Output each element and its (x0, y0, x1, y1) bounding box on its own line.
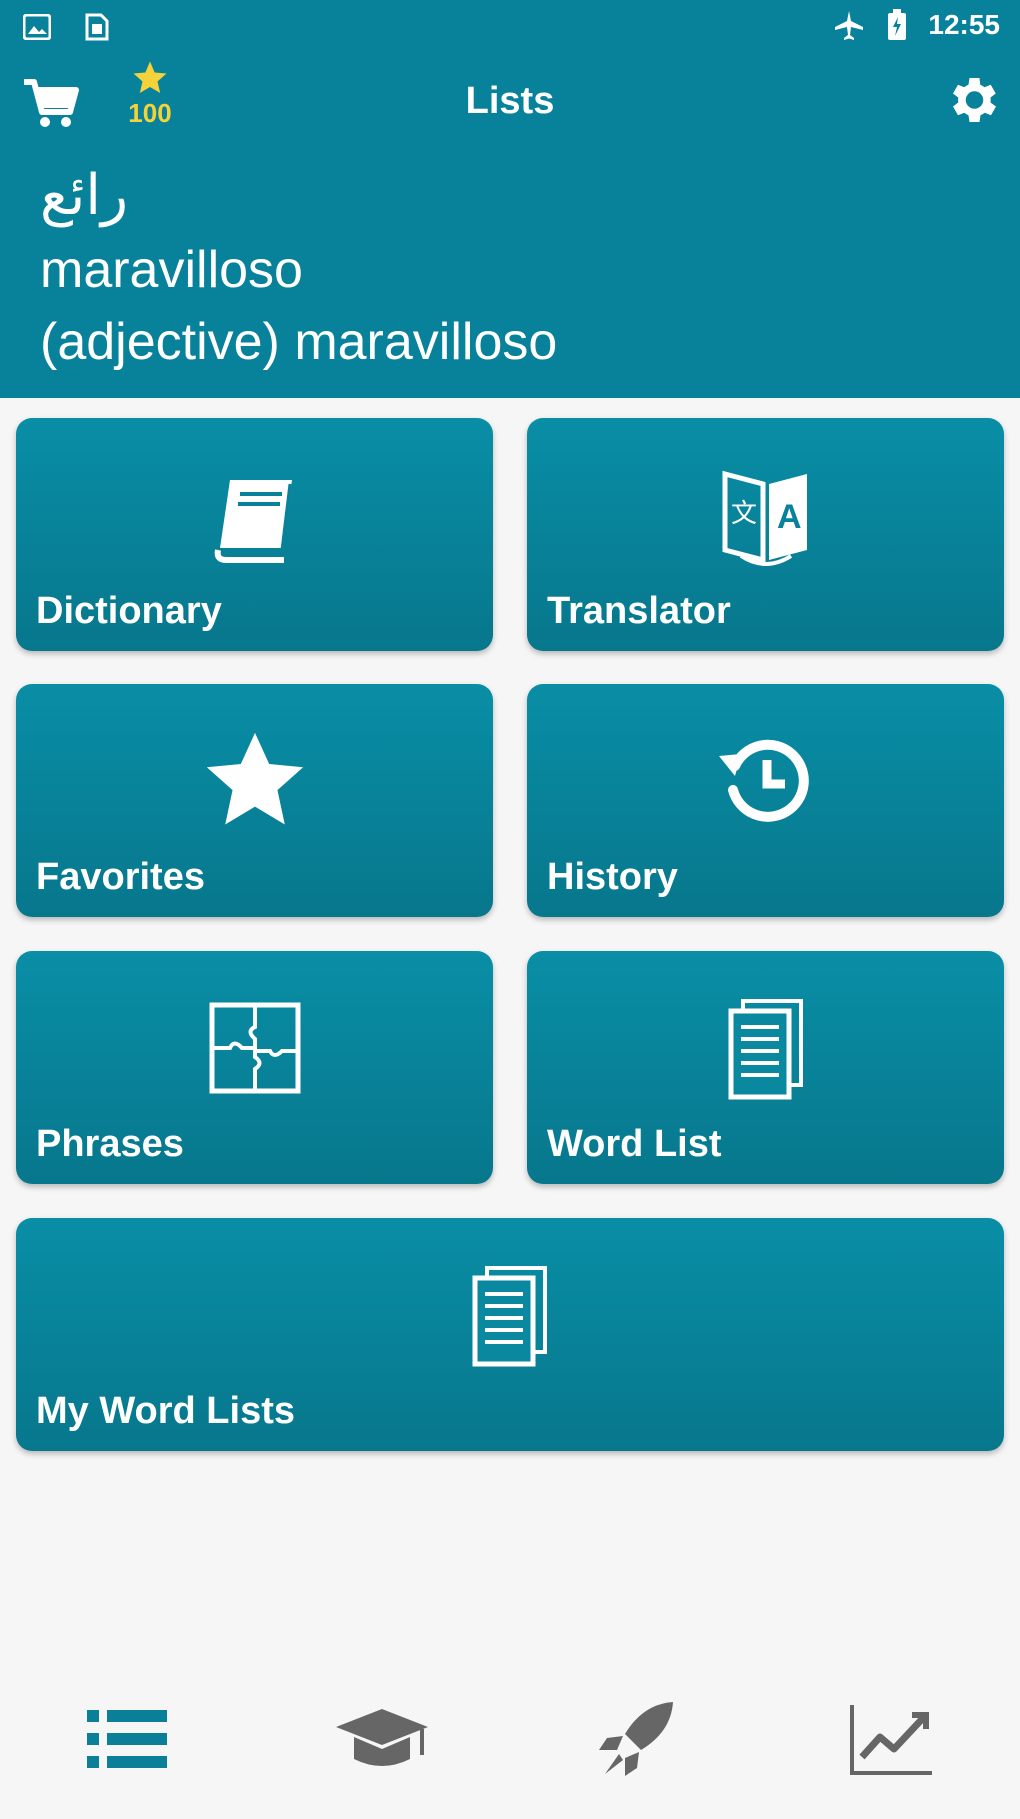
tile-favorites[interactable]: Favorites (16, 684, 493, 917)
nav-learn[interactable] (327, 1689, 437, 1789)
tile-label: Translator (547, 590, 731, 632)
tile-my-word-lists[interactable]: My Word Lists (16, 1218, 1004, 1451)
battery-icon (880, 8, 914, 42)
page-title: Lists (465, 80, 555, 122)
tile-label: Dictionary (36, 590, 222, 632)
word-definition: (adjective) maravilloso (40, 313, 558, 371)
tile-history[interactable]: History (527, 684, 1004, 917)
sim-icon (80, 10, 114, 44)
history-icon (711, 726, 821, 836)
tile-phrases[interactable]: Phrases (16, 951, 493, 1184)
tile-label: History (547, 856, 678, 898)
bottom-navigation (0, 1659, 1020, 1819)
airplane-icon (832, 8, 866, 42)
tile-word-list[interactable]: Word List (527, 951, 1004, 1184)
tile-label: Phrases (36, 1123, 184, 1165)
word-translation: maravilloso (40, 241, 303, 299)
document-list-icon (455, 1260, 565, 1370)
svg-text:文: 文 (731, 499, 757, 529)
document-list-icon (711, 993, 821, 1103)
graduation-cap-icon (336, 1709, 428, 1766)
tile-translator[interactable]: A 文 Translator (527, 418, 1004, 651)
word-arabic: رائع (40, 163, 128, 226)
status-bar: 12:55 (0, 0, 1020, 54)
tile-label: Favorites (36, 856, 205, 898)
tile-label: Word List (547, 1123, 722, 1165)
rocket-icon (599, 1702, 673, 1776)
nav-lists[interactable] (73, 1689, 183, 1789)
translate-icon: A 文 (711, 460, 821, 570)
nav-quiz[interactable] (583, 1689, 693, 1789)
trending-chart-icon (850, 1705, 932, 1775)
app-bar: 100 Lists (0, 60, 1020, 150)
image-icon (20, 10, 54, 44)
tile-dictionary[interactable]: Dictionary (16, 418, 493, 651)
svg-text:A: A (777, 498, 802, 536)
header: 12:55 100 Lists رائع maravilloso (adject… (0, 0, 1020, 398)
status-time: 12:55 (928, 9, 1000, 40)
puzzle-icon (200, 993, 310, 1103)
word-of-the-day[interactable]: رائع maravilloso (adjective) maravilloso (40, 160, 990, 378)
tile-label: My Word Lists (36, 1390, 295, 1432)
gear-icon[interactable] (942, 70, 1002, 130)
star-icon (200, 726, 310, 836)
book-icon (200, 460, 310, 570)
list-icon (87, 1710, 167, 1768)
nav-progress[interactable] (836, 1689, 946, 1789)
